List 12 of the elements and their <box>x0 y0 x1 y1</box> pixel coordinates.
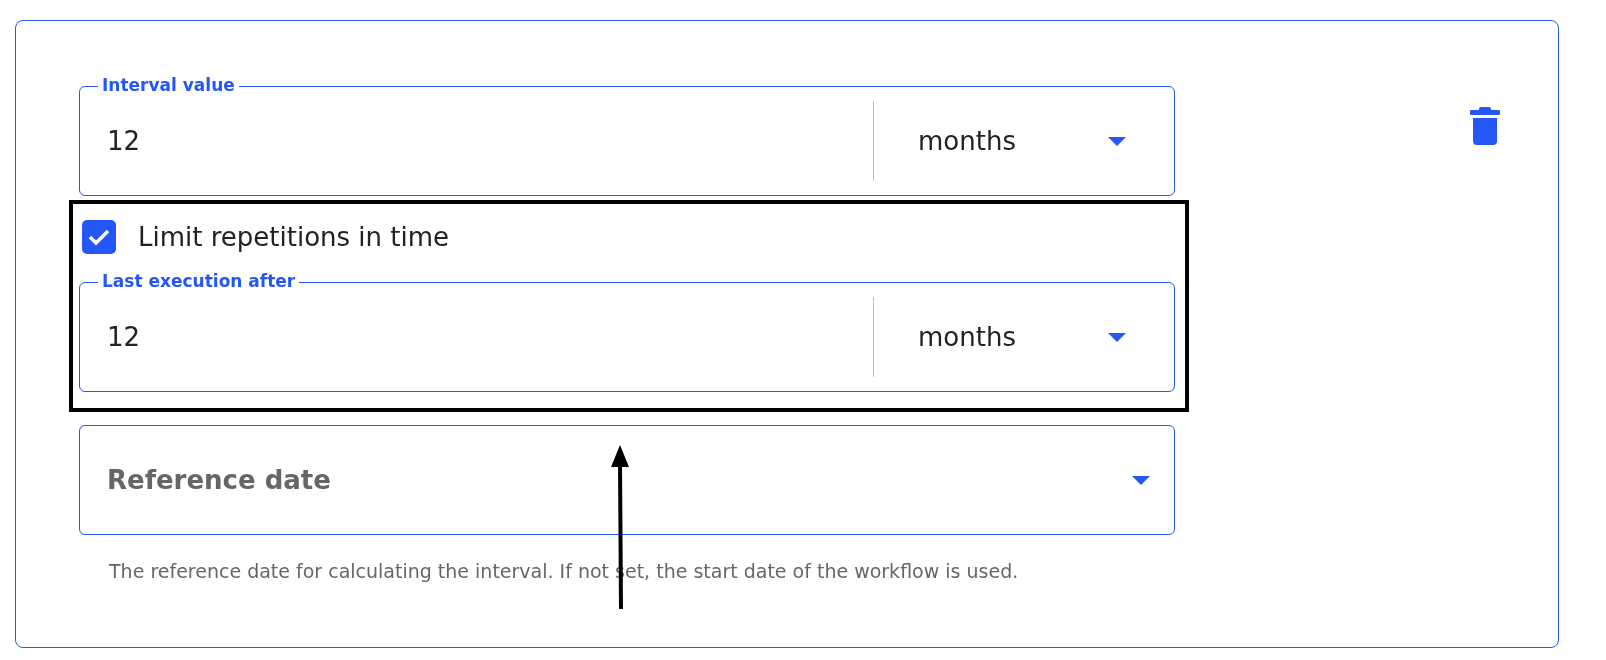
caret-icon <box>1108 136 1126 146</box>
reference-date-dropdown[interactable]: Reference date <box>79 425 1175 535</box>
caret-icon <box>1132 475 1150 485</box>
trash-icon[interactable] <box>1470 107 1500 145</box>
check-icon <box>88 228 110 246</box>
number-input[interactable]: 12 <box>80 121 873 161</box>
checkbox[interactable] <box>82 220 116 254</box>
number-input[interactable]: 12 <box>80 317 873 357</box>
dropdown-value[interactable]: months <box>918 317 1016 357</box>
checkbox-label: Limit repetitions in time <box>138 220 450 254</box>
dropdown-value[interactable]: months <box>918 121 1016 161</box>
caret-icon <box>1108 332 1126 342</box>
